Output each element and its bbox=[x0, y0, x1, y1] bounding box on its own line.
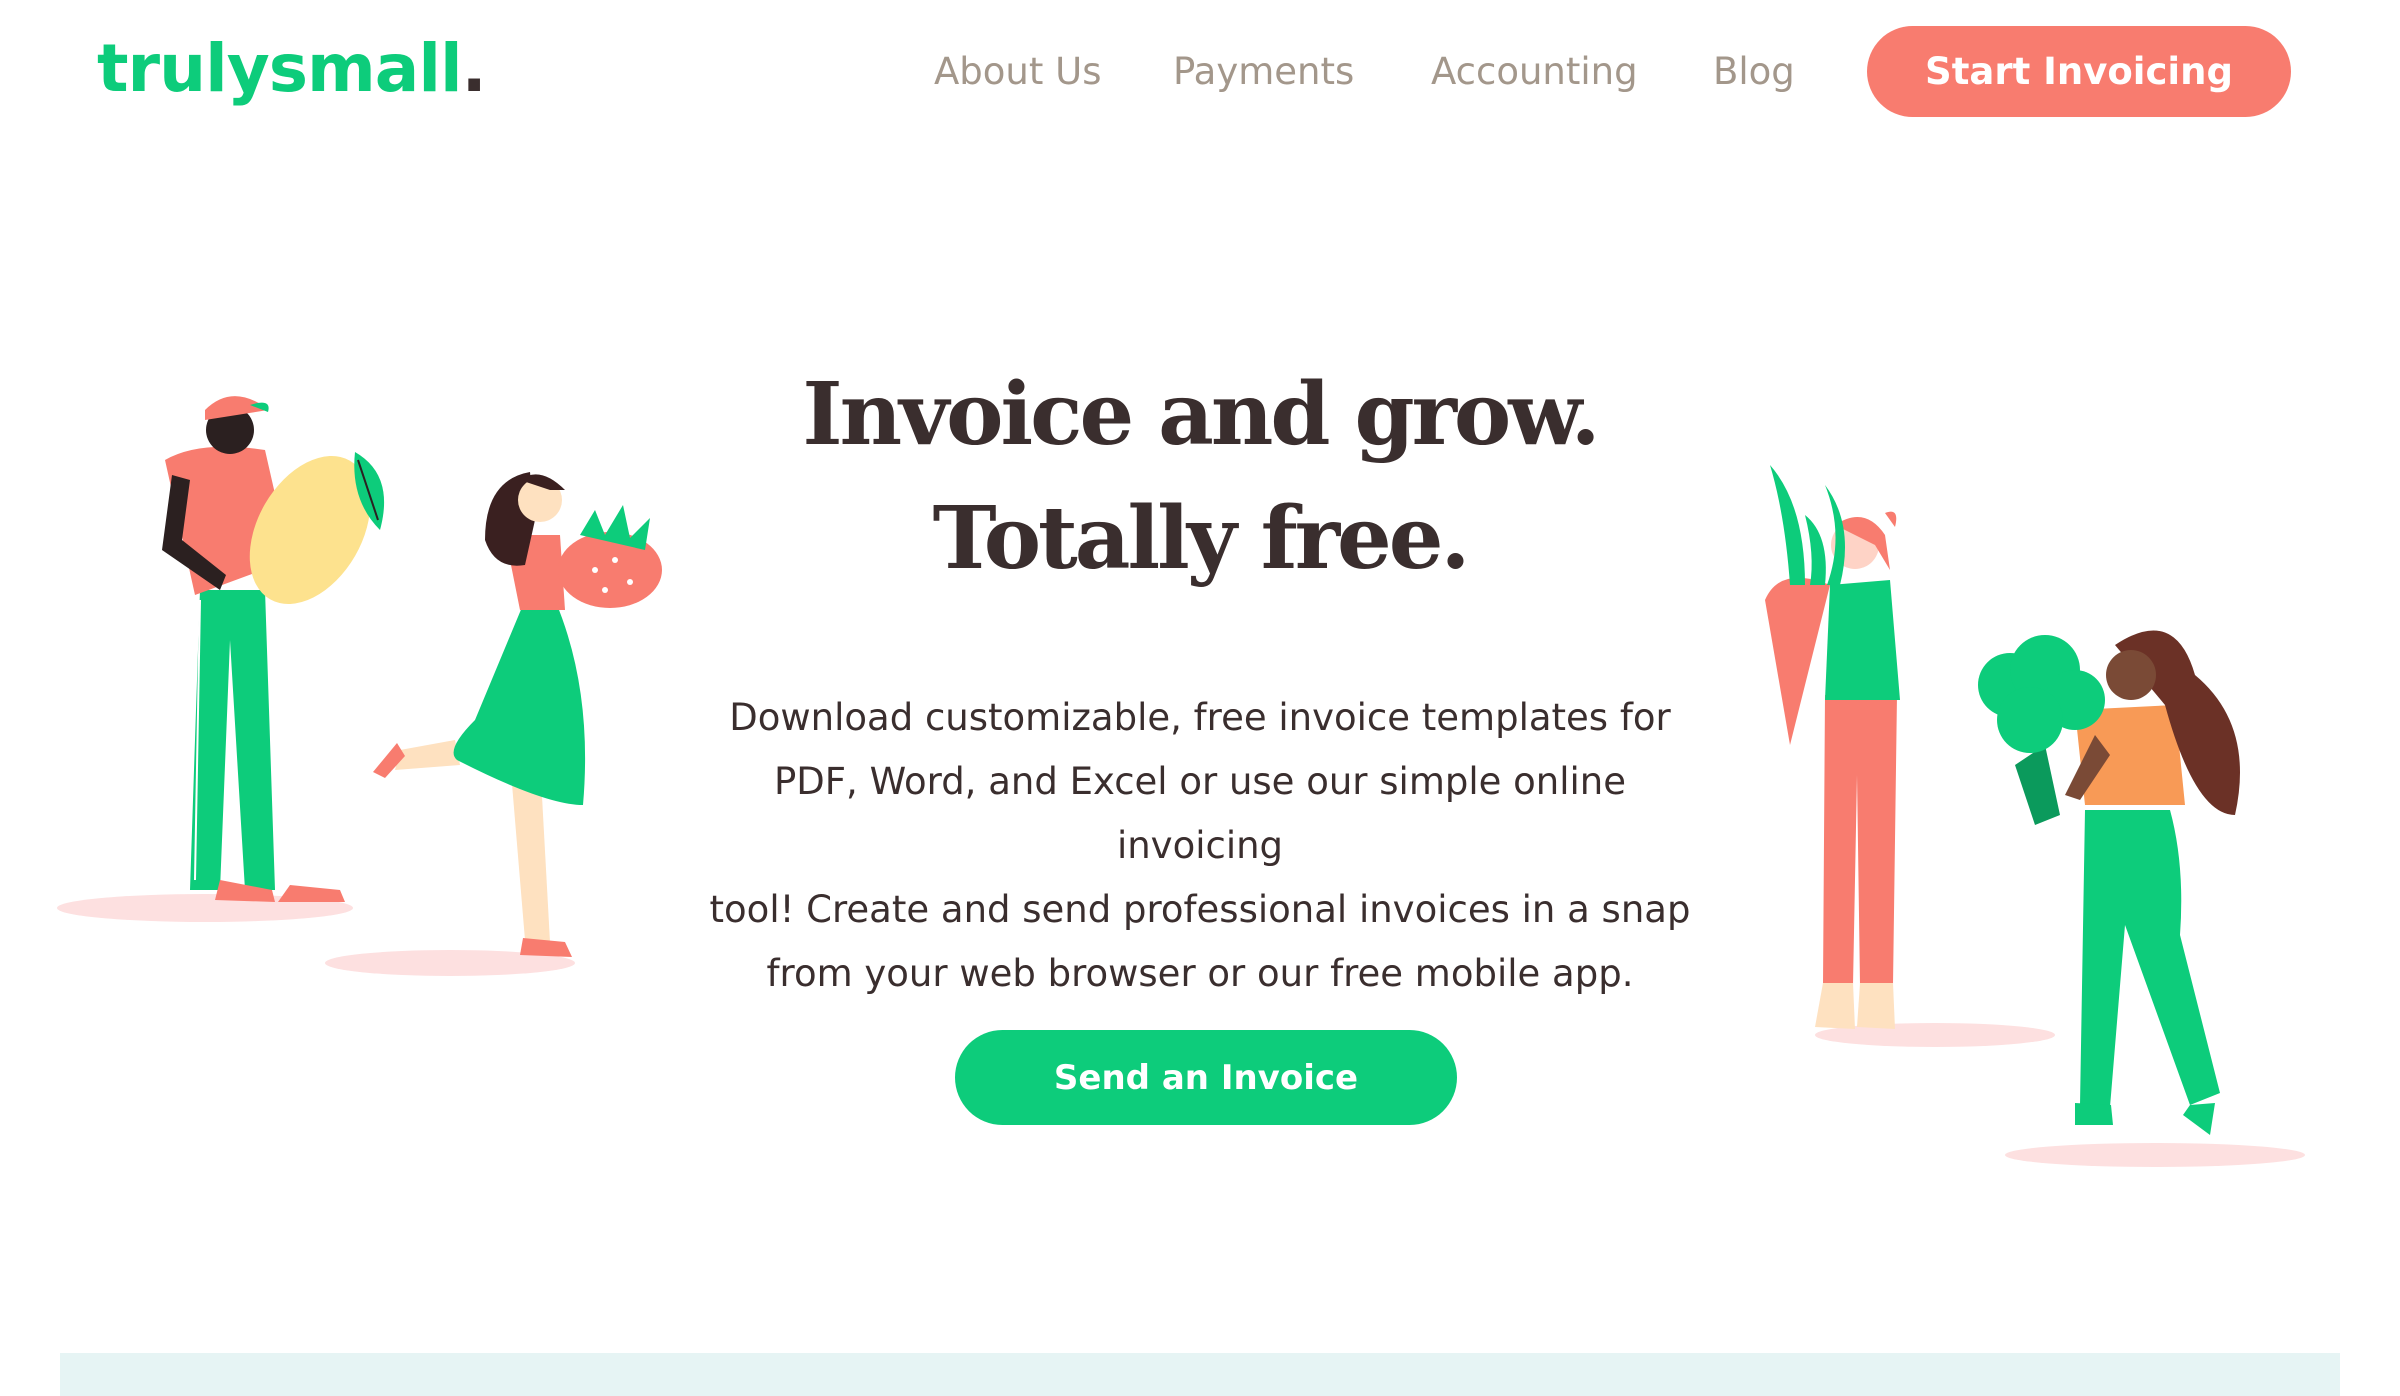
nav-blog[interactable]: Blog bbox=[1713, 48, 1795, 96]
woman-with-broccoli-illustration bbox=[1978, 630, 2305, 1167]
woman-with-strawberry-illustration bbox=[325, 472, 662, 976]
hero-description-line: Download customizable, free invoice temp… bbox=[729, 696, 1671, 739]
hero-description-line: PDF, Word, and Excel or use our simple o… bbox=[773, 760, 1627, 867]
brand-logo[interactable]: trulysmall. bbox=[97, 36, 487, 102]
hero-description-line: tool! Create and send professional invoi… bbox=[709, 888, 1691, 931]
logo-text: trulysmall bbox=[97, 30, 463, 107]
next-section-band bbox=[60, 1353, 2340, 1396]
logo-dot: . bbox=[461, 30, 487, 107]
nav-payments[interactable]: Payments bbox=[1173, 48, 1354, 96]
hero-description: Download customizable, free invoice temp… bbox=[700, 686, 1700, 1006]
send-invoice-button[interactable]: Send an Invoice bbox=[955, 1030, 1457, 1125]
nav-about-us[interactable]: About Us bbox=[934, 48, 1102, 96]
start-invoicing-button[interactable]: Start Invoicing bbox=[1867, 26, 2291, 117]
nav-accounting[interactable]: Accounting bbox=[1431, 48, 1638, 96]
hero-description-line: from your web browser or our free mobile… bbox=[766, 952, 1634, 995]
landing-page: trulysmall. About Us Payments Accounting… bbox=[0, 0, 2400, 1396]
